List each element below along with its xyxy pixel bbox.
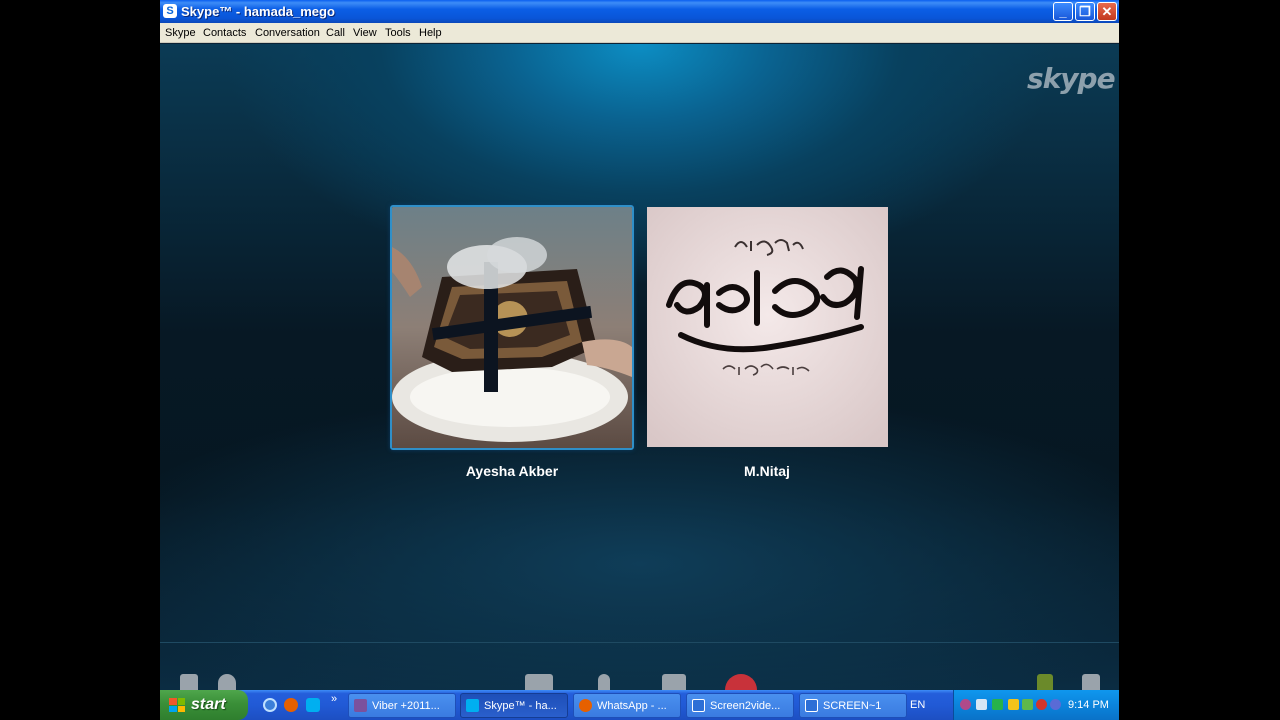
skype-window: S Skype™ - hamada_mego _ ❐ ✕ Skype Conta… <box>160 0 1119 690</box>
viber-icon[interactable] <box>960 699 971 710</box>
contact-name: M.Nitaj <box>744 463 790 479</box>
windows-logo-icon <box>169 698 185 712</box>
close-button[interactable]: ✕ <box>1097 2 1117 21</box>
microphone-icon[interactable] <box>598 674 610 690</box>
title-bar[interactable]: S Skype™ - hamada_mego _ ❐ ✕ <box>160 0 1119 23</box>
yahoo-icon[interactable] <box>1008 699 1019 710</box>
chat-icon[interactable] <box>218 674 236 690</box>
contact-name: Ayesha Akber <box>465 463 559 479</box>
menu-bar: Skype Contacts Conversation Call View To… <box>160 23 1119 43</box>
shield-icon[interactable] <box>1022 699 1033 710</box>
task-label: Skype™ - ha... <box>484 700 557 712</box>
start-button[interactable]: start <box>160 690 248 720</box>
task-screen2video[interactable]: Screen2vide... <box>686 693 794 718</box>
menu-call[interactable]: Call <box>326 27 345 39</box>
start-label: start <box>191 696 226 713</box>
quick-launch-more-icon[interactable]: » <box>331 693 337 705</box>
menu-tools[interactable]: Tools <box>385 27 411 39</box>
screen2video-icon <box>692 699 705 712</box>
firefox-icon <box>579 699 592 712</box>
menu-view[interactable]: View <box>353 27 377 39</box>
menu-skype[interactable]: Skype <box>165 27 196 39</box>
firefox-icon[interactable] <box>284 698 298 712</box>
menu-contacts[interactable]: Contacts <box>203 27 246 39</box>
antivirus-icon[interactable] <box>1036 699 1047 710</box>
avatar[interactable] <box>390 205 634 450</box>
taskbar: start » Viber +2011... Skype™ - ha... Wh… <box>160 690 1119 720</box>
skype-status-icon[interactable] <box>992 699 1003 710</box>
clock: 9:14 PM <box>1068 699 1109 711</box>
network-icon[interactable] <box>976 699 987 710</box>
screen2video-icon <box>805 699 818 712</box>
task-label: WhatsApp - ... <box>597 700 667 712</box>
task-label: Screen2vide... <box>710 700 781 712</box>
task-label: Viber +2011... <box>372 700 440 712</box>
language-indicator[interactable]: EN <box>910 699 925 711</box>
signal-icon <box>1037 674 1053 690</box>
menu-conversation[interactable]: Conversation <box>255 27 320 39</box>
menu-help[interactable]: Help <box>419 27 442 39</box>
plus-icon[interactable] <box>662 674 686 690</box>
add-icon[interactable] <box>180 674 198 690</box>
maximize-button[interactable]: ❐ <box>1075 2 1095 21</box>
ie-icon[interactable] <box>263 698 277 712</box>
viber-icon <box>354 699 367 712</box>
minimize-button[interactable]: _ <box>1053 2 1073 21</box>
volume-icon[interactable] <box>1050 699 1061 710</box>
skype-icon[interactable]: S <box>163 4 177 18</box>
video-off-icon[interactable] <box>525 674 553 690</box>
task-screen1[interactable]: SCREEN~1 <box>799 693 907 718</box>
task-viber[interactable]: Viber +2011... <box>348 693 456 718</box>
call-stage: skype Ayesha Akber M.Nitaj <box>160 44 1119 690</box>
task-skype[interactable]: Skype™ - ha... <box>460 693 568 718</box>
skype-icon <box>466 699 479 712</box>
system-tray: 9:14 PM <box>953 690 1119 720</box>
fullscreen-icon[interactable] <box>1082 674 1100 690</box>
task-whatsapp[interactable]: WhatsApp - ... <box>573 693 681 718</box>
avatar[interactable] <box>647 207 888 447</box>
window-title: Skype™ - hamada_mego <box>181 4 335 19</box>
divider <box>160 642 1119 643</box>
skype-logo: skype <box>1027 62 1116 95</box>
skype-icon[interactable] <box>306 698 320 712</box>
task-label: SCREEN~1 <box>823 700 882 712</box>
end-call-icon[interactable] <box>725 674 757 690</box>
